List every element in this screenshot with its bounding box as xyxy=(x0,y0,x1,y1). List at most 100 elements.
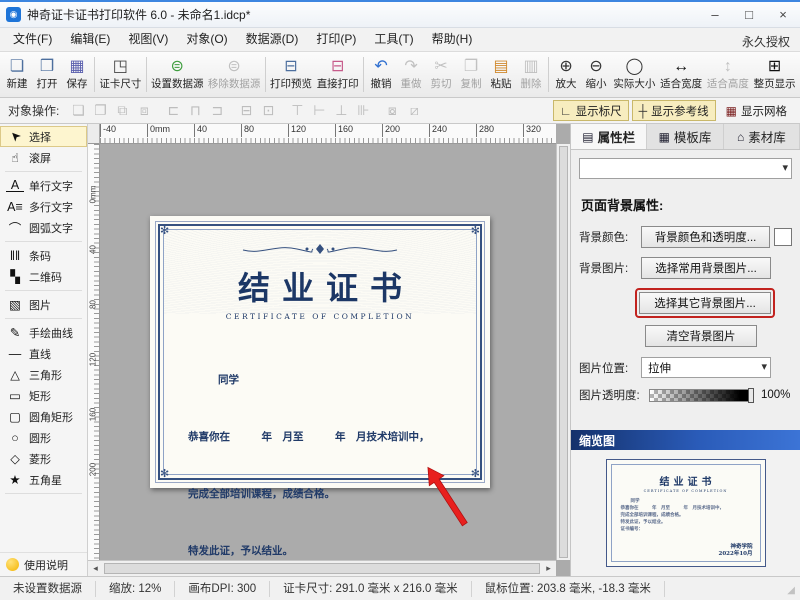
menu-item[interactable]: 编辑(E) xyxy=(61,28,119,51)
bg-color-label: 背景颜色: xyxy=(579,229,641,245)
tool-rectangle[interactable]: ▭ 矩形 xyxy=(0,385,87,406)
show-grid-button[interactable]: ▦ 显示网格 xyxy=(719,100,794,121)
show-ruler-button[interactable]: ∟ 显示标尺 xyxy=(553,100,629,121)
toolbar-button-label: 保存 xyxy=(67,76,88,91)
tool-freehand-curve[interactable]: ✎ 手绘曲线 xyxy=(0,322,87,343)
bg-color-swatch[interactable] xyxy=(774,228,792,246)
separator xyxy=(94,57,95,92)
tool-circle[interactable]: ○ 圆形 xyxy=(0,427,87,448)
redo-button[interactable]: ↷ 重做 xyxy=(396,52,426,97)
group-icon[interactable]: ⧇ xyxy=(381,102,403,119)
tool-barcode[interactable]: ‖‖ 条码 xyxy=(0,245,87,266)
send-to-back-icon[interactable]: ❐ xyxy=(89,102,111,119)
zoom-in-button[interactable]: ⊕ 放大 xyxy=(551,52,581,97)
align-center-icon[interactable]: ⊓ xyxy=(184,102,206,119)
tab-materials[interactable]: ⌂ 素材库 xyxy=(724,124,800,149)
center-in-page-icon[interactable]: ⊡ xyxy=(257,102,279,119)
tool-single-line-text[interactable]: A 单行文字 xyxy=(0,175,87,196)
menu-item[interactable]: 打印(P) xyxy=(307,28,365,51)
tool-star[interactable]: ★ 五角星 xyxy=(0,469,87,490)
slider-handle[interactable] xyxy=(748,388,754,403)
tool-qrcode[interactable]: ▚ 二维码 xyxy=(0,266,87,287)
menu-item[interactable]: 数据源(D) xyxy=(237,28,308,51)
menu-item[interactable]: 文件(F) xyxy=(4,28,61,51)
image-position-select[interactable]: 拉伸 ▾ xyxy=(641,357,771,378)
delete-button[interactable]: ▥ 删除 xyxy=(516,52,546,97)
tool-label: 直线 xyxy=(29,346,51,362)
separator xyxy=(265,57,266,92)
fit-width-button[interactable]: ↔ 适合宽度 xyxy=(658,52,705,97)
clear-bg-image-button[interactable]: 清空背景图片 xyxy=(645,325,757,347)
align-middle-icon[interactable]: ⊢ xyxy=(308,102,330,119)
tool-line[interactable]: — 直线 xyxy=(0,343,87,364)
new-button[interactable]: ❏ 新建 xyxy=(2,52,32,97)
copy-button[interactable]: ❐ 复制 xyxy=(456,52,486,97)
horizontal-scrollbar-thumb[interactable] xyxy=(104,563,540,574)
align-bottom-icon[interactable]: ⊥ xyxy=(330,102,352,119)
cut-button[interactable]: ✂ 剪切 xyxy=(426,52,456,97)
horizontal-scrollbar[interactable]: ◂ ▸ xyxy=(88,560,556,576)
print-preview-button[interactable]: ⊟ 打印预览 xyxy=(268,52,315,97)
statusbar-segment: 鼠标位置: 203.8 毫米, -18.3 毫米 xyxy=(472,581,665,597)
bg-color-button[interactable]: 背景颜色和透明度... xyxy=(641,226,770,248)
design-canvas[interactable]: ✻ ✻ ✻ ✻ 结业证书 CERTIFICATE OF COMPLE xyxy=(100,144,556,560)
align-top-icon[interactable]: ⊤ xyxy=(286,102,308,119)
scroll-right-icon[interactable]: ▸ xyxy=(541,563,556,574)
tool-label: 圆角矩形 xyxy=(29,409,73,425)
tool-arc-text[interactable]: ⌒ 圆弧文字 xyxy=(0,217,87,238)
ruler-label: 240 xyxy=(429,124,476,137)
other-bg-image-button[interactable]: 选择其它背景图片... xyxy=(639,292,771,314)
help-item[interactable]: 使用说明 xyxy=(0,552,87,576)
align-left-icon[interactable]: ⊏ xyxy=(162,102,184,119)
tool-label: 单行文字 xyxy=(29,178,73,194)
certificate-thumbnail[interactable]: 结业证书 CERTIFICATE OF COMPLETION 同学 恭喜你在 年… xyxy=(606,459,766,567)
equal-size-icon[interactable]: ⊟ xyxy=(235,102,257,119)
direct-print-button[interactable]: ⊟ 直接打印 xyxy=(314,52,361,97)
menu-item[interactable]: 工具(T) xyxy=(365,28,422,51)
tab-properties[interactable]: ▤ 属性栏 xyxy=(571,124,647,149)
open-button[interactable]: ❒ 打开 xyxy=(32,52,62,97)
ungroup-icon[interactable]: ⧄ xyxy=(403,102,425,119)
undo-button[interactable]: ↶ 撤销 xyxy=(366,52,396,97)
paste-button[interactable]: ▤ 粘贴 xyxy=(486,52,516,97)
menu-item[interactable]: 对象(O) xyxy=(177,28,236,51)
image-opacity-slider[interactable] xyxy=(649,389,753,402)
resize-grip[interactable]: ◢ xyxy=(787,585,795,596)
show-guides-button[interactable]: ┼ 显示参考线 xyxy=(632,100,716,121)
tool-triangle[interactable]: △ 三角形 xyxy=(0,364,87,385)
certificate-page[interactable]: ✻ ✻ ✻ ✻ 结业证书 CERTIFICATE OF COMPLE xyxy=(150,216,490,488)
maximize-button[interactable]: □ xyxy=(732,2,766,27)
tab-templates[interactable]: ▦ 模板库 xyxy=(647,124,723,149)
menu-item[interactable]: 帮助(H) xyxy=(423,28,482,51)
tool-diamond[interactable]: ◇ 菱形 xyxy=(0,448,87,469)
align-right-icon[interactable]: ⊐ xyxy=(206,102,228,119)
tool-pan[interactable]: ☝ 滚屏 xyxy=(0,147,87,168)
zoom-out-button[interactable]: ⊖ 缩小 xyxy=(581,52,611,97)
tool-multi-line-text[interactable]: A≡ 多行文字 xyxy=(0,196,87,217)
move-layer-up-icon[interactable]: ⧉ xyxy=(111,102,133,119)
toolbar-button-icon: ↶ xyxy=(374,58,387,75)
vertical-scrollbar-thumb[interactable] xyxy=(559,146,568,558)
common-bg-image-button[interactable]: 选择常用背景图片... xyxy=(641,257,771,279)
whole-page-button[interactable]: ⊞ 整页显示 xyxy=(751,52,798,97)
minimize-button[interactable]: – xyxy=(698,2,732,27)
tool-image[interactable]: ▧ 图片 xyxy=(0,294,87,315)
tool-select[interactable]: ➤ 选择 xyxy=(0,126,87,147)
object-selector-combobox[interactable]: ▾ xyxy=(579,158,792,179)
fit-height-button[interactable]: ↕ 适合高度 xyxy=(705,52,752,97)
scroll-left-icon[interactable]: ◂ xyxy=(88,563,103,574)
card-size-button[interactable]: ◳ 证卡尺寸 xyxy=(97,52,144,97)
close-button[interactable]: × xyxy=(766,2,800,27)
certificate-line: 完成全部培训课程，成绩合格。 xyxy=(188,485,452,504)
move-layer-down-icon[interactable]: ⧈ xyxy=(133,102,155,119)
menu-item[interactable]: 视图(V) xyxy=(119,28,177,51)
actual-size-button[interactable]: ◯ 实际大小 xyxy=(611,52,658,97)
tool-rounded-rectangle[interactable]: ▢ 圆角矩形 xyxy=(0,406,87,427)
vertical-scrollbar[interactable] xyxy=(556,144,570,560)
distribute-icon[interactable]: ⊪ xyxy=(352,102,374,119)
bring-to-front-icon[interactable]: ❏ xyxy=(67,102,89,119)
set-datasource-button[interactable]: ⊜ 设置数据源 xyxy=(149,52,206,97)
remove-datasource-button[interactable]: ⊜ 移除数据源 xyxy=(206,52,263,97)
toolbar-button-icon: ⊞ xyxy=(768,58,781,75)
save-button[interactable]: ▦ 保存 xyxy=(62,52,92,97)
